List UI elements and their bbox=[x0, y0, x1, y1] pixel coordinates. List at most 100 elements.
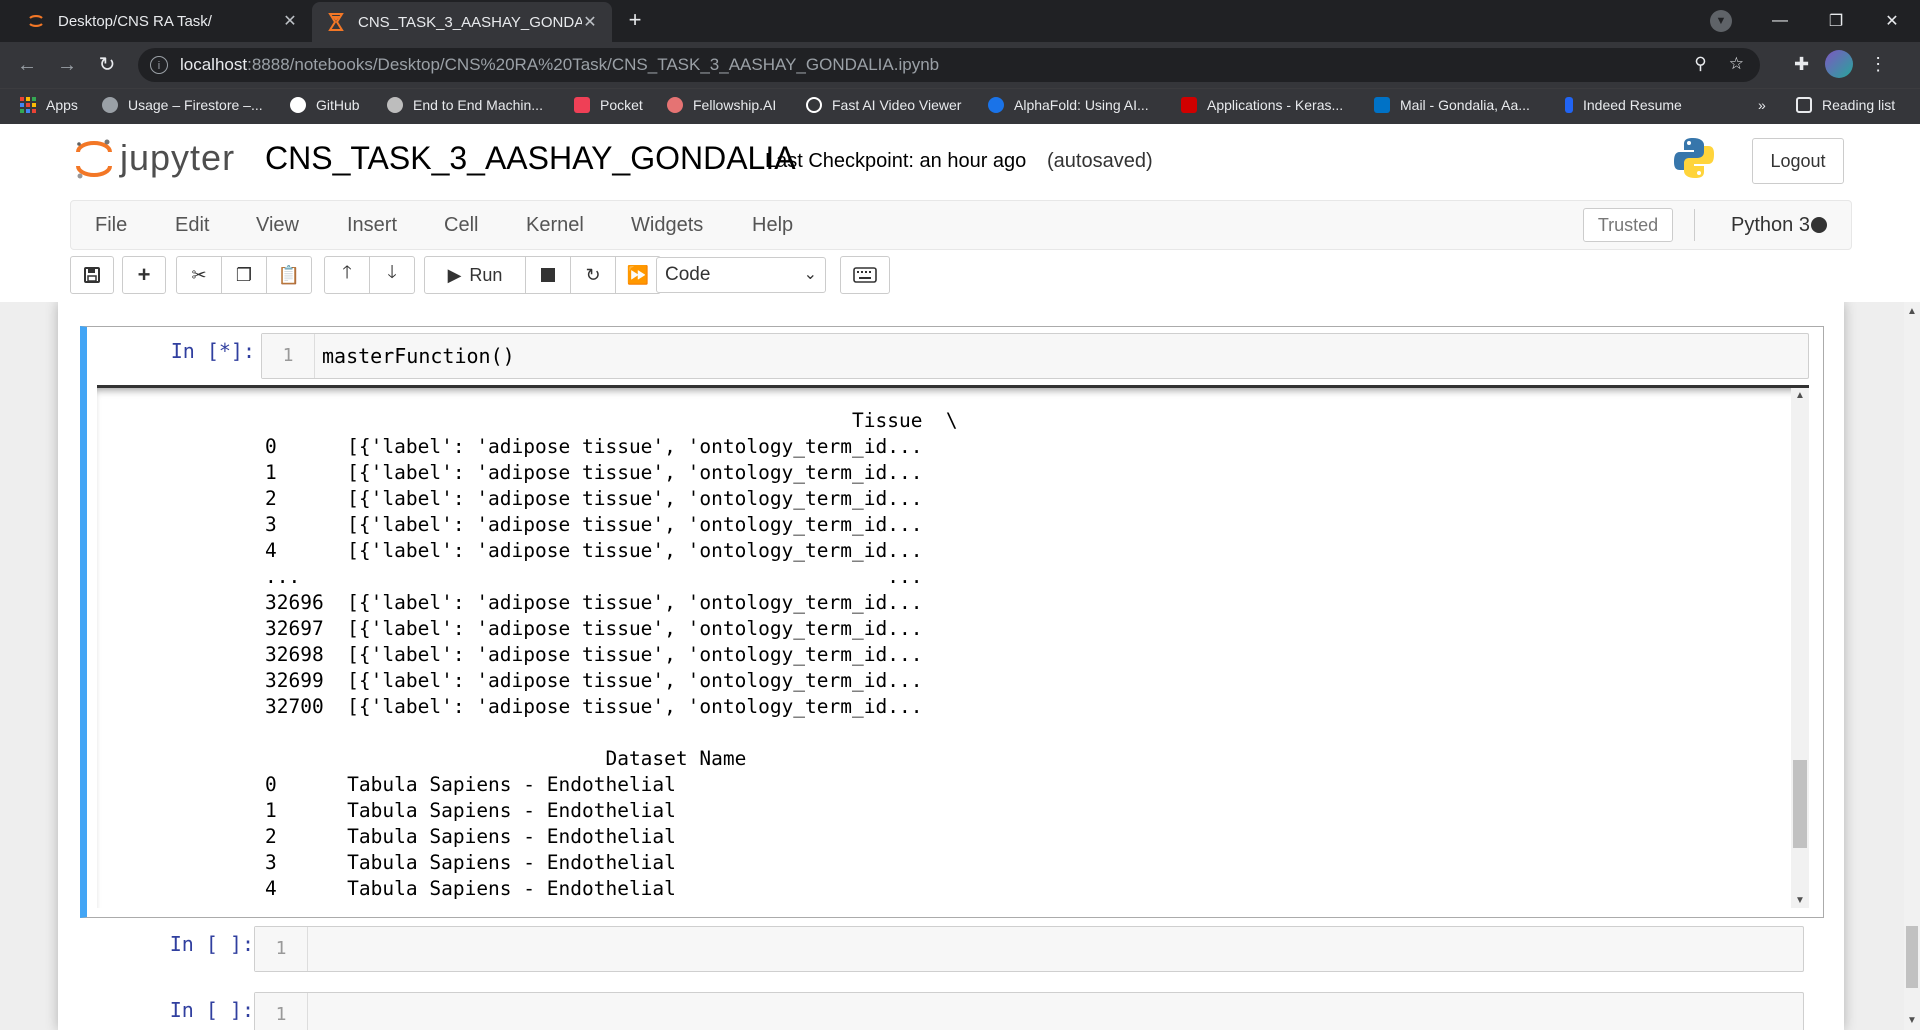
bookmark-item[interactable]: Mail - Gondalia, Aa... bbox=[1374, 97, 1530, 113]
restart-icon: ↻ bbox=[585, 264, 601, 285]
forward-icon[interactable]: → bbox=[54, 52, 80, 78]
scroll-down-icon[interactable]: ▼ bbox=[1904, 1015, 1920, 1026]
scroll-up-icon[interactable]: ▲ bbox=[1791, 390, 1809, 401]
trusted-indicator[interactable]: Trusted bbox=[1583, 208, 1673, 242]
bookmark-item[interactable]: End to End Machin... bbox=[387, 97, 543, 113]
checkpoint-status: Last Checkpoint: an hour ago bbox=[765, 150, 1027, 172]
paste-button[interactable]: 📋 bbox=[266, 256, 312, 294]
restore-icon[interactable]: ❐ bbox=[1808, 0, 1864, 42]
menu-insert[interactable]: Insert bbox=[347, 214, 397, 237]
bookmark-item[interactable]: GitHub bbox=[290, 97, 360, 113]
output-area[interactable]: Tissue \ 0 [{'label': 'adipose tissue', … bbox=[97, 385, 1809, 908]
notebook-title[interactable]: CNS_TASK_3_AASHAY_GONDALIA bbox=[265, 140, 796, 177]
extensions-icon[interactable]: ✚ bbox=[1794, 54, 1809, 75]
copy-button[interactable]: ❐ bbox=[221, 256, 267, 294]
bookmark-label: Apps bbox=[46, 97, 78, 113]
profile-avatar[interactable] bbox=[1825, 50, 1854, 78]
indeed-icon bbox=[1565, 97, 1573, 113]
paste-icon: 📋 bbox=[277, 264, 301, 285]
tab-search-icon[interactable]: ▼ bbox=[1710, 10, 1732, 32]
logout-button[interactable]: Logout bbox=[1752, 138, 1844, 184]
outlook-icon bbox=[1374, 97, 1390, 113]
reading-list-button[interactable]: Reading list bbox=[1796, 97, 1895, 113]
cell-type-select[interactable]: Code ⌄ bbox=[656, 257, 826, 293]
menu-edit[interactable]: Edit bbox=[175, 214, 209, 237]
menu-kernel[interactable]: Kernel bbox=[526, 214, 584, 237]
info-icon[interactable]: i bbox=[150, 56, 168, 74]
close-icon[interactable]: ✕ bbox=[582, 12, 598, 32]
code-input[interactable]: 1 masterFunction() bbox=[261, 333, 1809, 379]
scroll-thumb[interactable] bbox=[1793, 760, 1807, 848]
bookmark-star-icon[interactable]: ☆ bbox=[1729, 54, 1744, 74]
scroll-up-icon[interactable]: ▲ bbox=[1904, 306, 1920, 317]
menu-widgets[interactable]: Widgets bbox=[631, 214, 703, 237]
bookmark-label: Fast AI Video Viewer bbox=[832, 97, 962, 113]
cut-button[interactable]: ✂ bbox=[176, 256, 222, 294]
run-group: ▶ Run ↻ ⏩ bbox=[424, 256, 661, 294]
alphafold-icon bbox=[988, 97, 1004, 113]
close-window-icon[interactable]: ✕ bbox=[1864, 0, 1920, 42]
notebook-area: In [*]: 1 masterFunction() Tissue \ 0 [{… bbox=[0, 302, 1904, 1030]
command-palette-button[interactable] bbox=[840, 256, 890, 294]
bookmark-item[interactable]: Fellowship.AI bbox=[667, 97, 776, 113]
globe-icon bbox=[806, 97, 822, 113]
page-scrollbar[interactable]: ▲ ▼ bbox=[1904, 302, 1920, 1030]
save-button[interactable] bbox=[70, 256, 114, 294]
apps-grid-icon bbox=[20, 97, 36, 113]
output-scrollbar[interactable]: ▲ ▼ bbox=[1791, 388, 1809, 908]
move-up-button[interactable]: 🡑 bbox=[324, 256, 370, 294]
new-tab-button[interactable]: + bbox=[622, 8, 648, 34]
bookmark-item[interactable]: Fast AI Video Viewer bbox=[806, 97, 961, 113]
insert-cell-button[interactable]: + bbox=[122, 256, 166, 294]
bookmark-item[interactable]: Indeed Resume bbox=[1565, 97, 1682, 113]
save-icon bbox=[84, 267, 100, 283]
tab-desktop-folder[interactable]: Desktop/CNS RA Task/ ✕ bbox=[12, 0, 312, 42]
scroll-down-icon[interactable]: ▼ bbox=[1791, 895, 1809, 906]
run-label: Run bbox=[469, 264, 503, 285]
bookmark-label: AlphaFold: Using AI... bbox=[1014, 97, 1149, 113]
bookmark-item[interactable]: Applications - Keras... bbox=[1181, 97, 1343, 113]
cell-type-value: Code bbox=[665, 264, 711, 285]
restart-run-all-button[interactable]: ⏩ bbox=[615, 256, 661, 294]
menu-file[interactable]: File bbox=[95, 214, 127, 237]
url-path: :8888/notebooks/Desktop/CNS%20RA%20Task/… bbox=[247, 55, 940, 74]
close-icon[interactable]: ✕ bbox=[282, 11, 298, 31]
menu-help[interactable]: Help bbox=[752, 214, 793, 237]
menu-cell[interactable]: Cell bbox=[444, 214, 478, 237]
menu-view[interactable]: View bbox=[256, 214, 299, 237]
menu-kebab-icon[interactable]: ⋮ bbox=[1869, 54, 1887, 75]
restart-button[interactable]: ↻ bbox=[570, 256, 616, 294]
back-icon[interactable]: ← bbox=[14, 52, 40, 78]
firestore-icon bbox=[102, 97, 118, 113]
tab-notebook[interactable]: CNS_TASK_3_AASHAY_GONDALI/ ✕ bbox=[312, 2, 612, 42]
bookmark-apps[interactable]: Apps bbox=[20, 97, 78, 113]
address-bar[interactable]: i localhost:8888/notebooks/Desktop/CNS%2… bbox=[138, 48, 1760, 82]
jupyter-icon bbox=[26, 11, 46, 31]
more-bookmarks-button[interactable]: » bbox=[1758, 97, 1766, 113]
browser-tab-strip: Desktop/CNS RA Task/ ✕ CNS_TASK_3_AASHAY… bbox=[0, 0, 1920, 42]
move-down-button[interactable]: 🡓 bbox=[369, 256, 415, 294]
run-button[interactable]: ▶ Run bbox=[424, 256, 526, 294]
code-input[interactable]: 1 bbox=[254, 926, 1804, 972]
interrupt-button[interactable] bbox=[525, 256, 571, 294]
bookmark-label: Indeed Resume bbox=[1583, 97, 1682, 113]
chevron-down-icon: ⌄ bbox=[803, 266, 817, 283]
github-icon bbox=[290, 97, 306, 113]
code-input[interactable]: 1 bbox=[254, 992, 1804, 1030]
kernel-divider bbox=[1694, 209, 1695, 241]
input-prompt: In [ ]: bbox=[169, 932, 254, 956]
scroll-thumb[interactable] bbox=[1906, 926, 1918, 988]
bookmark-item[interactable]: Pocket bbox=[574, 97, 643, 113]
bookmark-item[interactable]: AlphaFold: Using AI... bbox=[988, 97, 1149, 113]
minimize-icon[interactable]: — bbox=[1752, 0, 1808, 42]
pocket-icon bbox=[574, 97, 590, 113]
jupyter-logo[interactable]: jupyter bbox=[74, 136, 235, 180]
kernel-name[interactable]: Python 3 bbox=[1731, 214, 1810, 237]
bookmark-item[interactable]: Usage – Firestore –... bbox=[102, 97, 263, 113]
jupyter-wordmark: jupyter bbox=[120, 137, 236, 178]
zoom-icon[interactable]: ⚲ bbox=[1694, 54, 1706, 74]
code-cell-selected[interactable]: In [*]: 1 masterFunction() Tissue \ 0 [{… bbox=[80, 326, 1824, 918]
reload-icon[interactable]: ↻ bbox=[94, 52, 120, 78]
output-text: Tissue \ 0 [{'label': 'adipose tissue', … bbox=[265, 409, 958, 900]
input-prompt: In [*]: bbox=[170, 339, 255, 363]
